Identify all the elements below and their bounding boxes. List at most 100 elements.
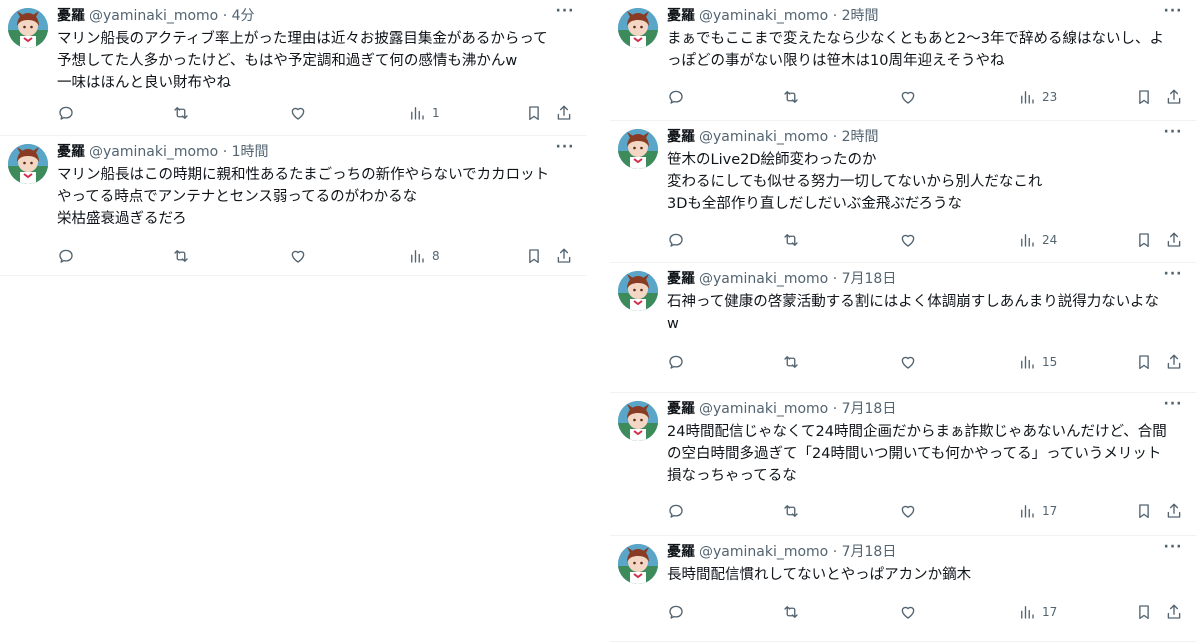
timestamp[interactable]: · 7月18日 xyxy=(833,544,897,560)
user-handle[interactable]: @yaminaki_momo xyxy=(699,544,828,560)
retweet-icon xyxy=(782,502,800,520)
tweet-text: 笹木のLive2D絵師変わったのか 変わるにしても似せる努力一切してないから別人… xyxy=(667,152,1043,212)
reply-button[interactable] xyxy=(667,350,685,374)
tweet-actions: 17 xyxy=(610,600,1196,624)
reply-button[interactable] xyxy=(667,228,685,252)
avatar[interactable] xyxy=(618,401,658,441)
more-options-icon[interactable]: ··· xyxy=(553,140,577,160)
timeline-right: 憂羅 @yaminaki_momo · 2時間 ··· まぁでもここまで変えたなら少な… xyxy=(610,0,1196,642)
tweet-header: 憂羅 @yaminaki_momo · 7月18日 xyxy=(667,269,896,289)
more-options-icon[interactable]: ··· xyxy=(1161,125,1185,145)
views-button[interactable]: 1 xyxy=(408,101,440,125)
retweet-button[interactable] xyxy=(172,244,190,268)
views-button[interactable]: 15 xyxy=(1018,350,1057,374)
more-options-icon[interactable]: ··· xyxy=(1161,540,1185,560)
avatar[interactable] xyxy=(8,144,48,184)
views-button[interactable]: 8 xyxy=(408,244,440,268)
more-options-icon[interactable]: ··· xyxy=(1161,4,1185,24)
display-name[interactable]: 憂羅 xyxy=(667,129,695,145)
bookmark-button[interactable] xyxy=(1135,85,1153,109)
user-handle[interactable]: @yaminaki_momo xyxy=(699,271,828,287)
like-button[interactable] xyxy=(899,228,917,252)
reply-button[interactable] xyxy=(667,85,685,109)
reply-button[interactable] xyxy=(57,244,75,268)
like-button[interactable] xyxy=(899,350,917,374)
tweet[interactable]: 憂羅 @yaminaki_momo · 1時間 ··· マリン船長はこの時期に親和性あ… xyxy=(0,136,587,276)
share-button[interactable] xyxy=(555,244,573,268)
like-button[interactable] xyxy=(899,499,917,523)
display-name[interactable]: 憂羅 xyxy=(667,8,695,24)
timestamp[interactable]: · 7月18日 xyxy=(833,401,897,417)
share-button[interactable] xyxy=(1165,350,1183,374)
bookmark-button[interactable] xyxy=(525,101,543,125)
avatar[interactable] xyxy=(618,8,658,48)
tweet[interactable]: 憂羅 @yaminaki_momo · 2時間 ··· まぁでもここまで変えたなら少な… xyxy=(610,0,1196,121)
bookmark-button[interactable] xyxy=(1135,499,1153,523)
like-button[interactable] xyxy=(899,85,917,109)
share-icon xyxy=(555,247,573,265)
reply-button[interactable] xyxy=(57,101,75,125)
like-button[interactable] xyxy=(899,600,917,624)
share-icon xyxy=(555,104,573,122)
views-icon xyxy=(1018,603,1036,621)
tweet[interactable]: 憂羅 @yaminaki_momo · 2時間 ··· 笹木のLive2D絵師変わった… xyxy=(610,121,1196,263)
retweet-button[interactable] xyxy=(782,600,800,624)
like-button[interactable] xyxy=(289,244,307,268)
retweet-icon xyxy=(782,603,800,621)
retweet-button[interactable] xyxy=(782,85,800,109)
display-name[interactable]: 憂羅 xyxy=(57,144,85,160)
user-handle[interactable]: @yaminaki_momo xyxy=(699,401,828,417)
timestamp[interactable]: · 2時間 xyxy=(833,129,879,145)
retweet-button[interactable] xyxy=(782,350,800,374)
like-icon xyxy=(899,231,917,249)
retweet-button[interactable] xyxy=(782,228,800,252)
tweet[interactable]: 憂羅 @yaminaki_momo · 7月18日 ··· 長時間配信慣れしてないとや… xyxy=(610,536,1196,642)
share-icon xyxy=(1165,88,1183,106)
retweet-button[interactable] xyxy=(172,101,190,125)
display-name[interactable]: 憂羅 xyxy=(667,401,695,417)
views-button[interactable]: 24 xyxy=(1018,228,1057,252)
views-button[interactable]: 23 xyxy=(1018,85,1057,109)
bookmark-icon xyxy=(525,247,543,265)
timestamp[interactable]: · 7月18日 xyxy=(833,271,897,287)
bookmark-button[interactable] xyxy=(1135,600,1153,624)
bookmark-button[interactable] xyxy=(1135,350,1153,374)
bookmark-icon xyxy=(1135,353,1153,371)
user-handle[interactable]: @yaminaki_momo xyxy=(699,8,828,24)
avatar[interactable] xyxy=(618,544,658,584)
timestamp[interactable]: · 4分 xyxy=(223,8,255,24)
reply-button[interactable] xyxy=(667,499,685,523)
reply-button[interactable] xyxy=(667,600,685,624)
views-count: 8 xyxy=(432,249,440,263)
share-button[interactable] xyxy=(1165,499,1183,523)
display-name[interactable]: 憂羅 xyxy=(667,544,695,560)
retweet-button[interactable] xyxy=(782,499,800,523)
tweet-actions: 8 xyxy=(0,244,587,268)
display-name[interactable]: 憂羅 xyxy=(667,271,695,287)
user-handle[interactable]: @yaminaki_momo xyxy=(89,8,218,24)
more-options-icon[interactable]: ··· xyxy=(1161,397,1185,417)
user-handle[interactable]: @yaminaki_momo xyxy=(699,129,828,145)
more-options-icon[interactable]: ··· xyxy=(553,4,577,24)
display-name[interactable]: 憂羅 xyxy=(57,8,85,24)
share-button[interactable] xyxy=(1165,228,1183,252)
avatar[interactable] xyxy=(618,271,658,311)
tweet[interactable]: 憂羅 @yaminaki_momo · 4分 ··· マリン船長のアクティブ率上がった… xyxy=(0,0,587,136)
avatar[interactable] xyxy=(618,129,658,169)
views-button[interactable]: 17 xyxy=(1018,499,1057,523)
timestamp[interactable]: · 2時間 xyxy=(833,8,879,24)
tweet[interactable]: 憂羅 @yaminaki_momo · 7月18日 ··· 石神って健康の啓蒙活動する… xyxy=(610,263,1196,393)
user-handle[interactable]: @yaminaki_momo xyxy=(89,144,218,160)
more-options-icon[interactable]: ··· xyxy=(1161,267,1185,287)
share-button[interactable] xyxy=(555,101,573,125)
share-button[interactable] xyxy=(1165,85,1183,109)
tweet[interactable]: 憂羅 @yaminaki_momo · 7月18日 ··· 24時間配信じゃなくて24… xyxy=(610,393,1196,536)
like-button[interactable] xyxy=(289,101,307,125)
avatar[interactable] xyxy=(8,8,48,48)
bookmark-button[interactable] xyxy=(525,244,543,268)
like-icon xyxy=(899,353,917,371)
timestamp[interactable]: · 1時間 xyxy=(223,144,269,160)
share-button[interactable] xyxy=(1165,600,1183,624)
views-button[interactable]: 17 xyxy=(1018,600,1057,624)
bookmark-button[interactable] xyxy=(1135,228,1153,252)
